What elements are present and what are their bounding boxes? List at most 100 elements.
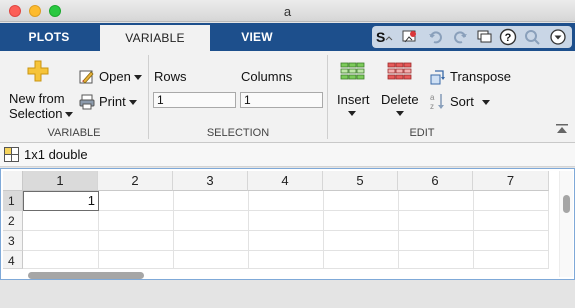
print-label: Print — [99, 94, 126, 109]
table-cell[interactable] — [399, 211, 474, 231]
row-header[interactable]: 3 — [3, 231, 23, 251]
column-header[interactable]: 6 — [398, 171, 473, 191]
vertical-scrollbar-track[interactable] — [559, 171, 573, 277]
columns-input[interactable]: 1 — [240, 92, 323, 108]
open-label: Open — [99, 69, 131, 84]
table-cell[interactable] — [474, 231, 549, 251]
table-cell[interactable] — [23, 211, 99, 231]
matrix-icon — [4, 147, 19, 162]
table-cell[interactable] — [324, 191, 399, 211]
new-from-selection-button[interactable]: Selection — [9, 106, 74, 121]
row-header[interactable]: 4 — [3, 251, 23, 269]
collapse-toolstrip-icon[interactable] — [556, 124, 568, 134]
delete-label[interactable]: Delete — [381, 92, 419, 107]
rows-input[interactable]: 1 — [153, 92, 236, 108]
table-cell[interactable] — [474, 211, 549, 231]
table-cell[interactable] — [23, 231, 99, 251]
print-button[interactable]: Print — [99, 94, 137, 109]
table-cell[interactable] — [174, 251, 249, 269]
svg-text:?: ? — [505, 32, 512, 44]
variable-title: 1x1 double — [24, 147, 88, 162]
insert-icon[interactable] — [340, 61, 366, 81]
tab-plots[interactable]: PLOTS — [14, 23, 84, 51]
column-header[interactable]: 5 — [323, 171, 398, 191]
table-cell[interactable] — [249, 231, 324, 251]
table-cell[interactable]: 1 — [23, 191, 99, 211]
edit-group-label: EDIT — [409, 127, 435, 139]
switch-windows-icon[interactable] — [474, 27, 494, 47]
new-from-selection-icon[interactable] — [26, 59, 50, 83]
ribbon: New from Selection Open Print VARIABLE R… — [0, 51, 575, 143]
table-cell[interactable] — [174, 211, 249, 231]
sort-label: Sort — [450, 94, 474, 109]
chevron-down-icon — [481, 100, 490, 106]
column-header[interactable]: 4 — [248, 171, 323, 191]
svg-text:S: S — [376, 29, 385, 45]
undo-icon[interactable] — [426, 27, 446, 47]
window-titlebar: a — [0, 0, 575, 22]
table-cell[interactable] — [324, 211, 399, 231]
table-cell[interactable] — [324, 251, 399, 269]
new-from-selection-label-line1[interactable]: New from — [9, 91, 65, 106]
table-cell[interactable] — [399, 231, 474, 251]
table-cell[interactable] — [174, 191, 249, 211]
shortcuts-icon[interactable]: S — [374, 27, 394, 47]
svg-text:z: z — [430, 102, 434, 111]
selection-group-label: SELECTION — [206, 127, 270, 139]
window-footer — [0, 281, 575, 308]
sort-button[interactable]: Sort — [450, 94, 490, 109]
chevron-down-icon — [128, 100, 137, 106]
table-cell[interactable] — [324, 231, 399, 251]
row-header[interactable]: 2 — [3, 211, 23, 231]
rows-label: Rows — [154, 69, 187, 84]
toolstrip-tabs: PLOTS VARIABLE VIEW S ? — [0, 23, 575, 51]
tab-variable[interactable]: VARIABLE — [100, 25, 210, 51]
search-documentation-icon[interactable] — [522, 27, 542, 47]
table-cell[interactable] — [249, 211, 324, 231]
table-cell[interactable] — [23, 251, 99, 269]
row-header[interactable]: 1 — [3, 191, 23, 211]
table-cell[interactable] — [249, 191, 324, 211]
insert-label[interactable]: Insert — [337, 92, 370, 107]
tab-view[interactable]: VIEW — [222, 23, 292, 51]
vertical-scrollbar[interactable] — [563, 195, 570, 213]
table-cell[interactable] — [99, 211, 174, 231]
columns-label: Columns — [241, 69, 293, 84]
open-icon[interactable] — [78, 68, 96, 86]
column-header[interactable]: 2 — [98, 171, 173, 191]
help-icon[interactable]: ? — [498, 27, 518, 47]
chevron-down-icon — [133, 75, 142, 81]
table-cell[interactable] — [249, 251, 324, 269]
table-cell[interactable] — [474, 251, 549, 269]
table-cell[interactable] — [399, 251, 474, 269]
help-browser-icon[interactable] — [400, 27, 420, 47]
table-cell[interactable] — [474, 191, 549, 211]
toolstrip-options-icon[interactable] — [548, 27, 568, 47]
horizontal-scrollbar[interactable] — [28, 272, 144, 279]
table-cell[interactable] — [99, 191, 174, 211]
grid-corner[interactable] — [3, 171, 23, 191]
open-button[interactable]: Open — [99, 69, 142, 84]
print-icon[interactable] — [78, 93, 96, 111]
transpose-icon[interactable] — [429, 68, 447, 86]
transpose-button[interactable]: Transpose — [450, 69, 511, 84]
window-title: a — [283, 4, 292, 19]
column-header[interactable]: 7 — [473, 171, 549, 191]
column-header[interactable]: 1 — [23, 171, 98, 191]
table-cell[interactable] — [99, 231, 174, 251]
delete-icon[interactable] — [387, 61, 413, 81]
table-cell[interactable] — [399, 191, 474, 211]
sort-icon[interactable]: az — [429, 92, 447, 112]
variable-header: 1x1 double — [0, 143, 575, 167]
variable-grid[interactable]: 1 2 3 4 5 6 7 1 2 3 4 1 — [0, 168, 575, 280]
svg-text:a: a — [430, 93, 435, 102]
column-header[interactable]: 3 — [173, 171, 248, 191]
new-from-selection-label-line2: Selection — [9, 106, 63, 121]
table-cell[interactable] — [174, 231, 249, 251]
table-cell[interactable] — [99, 251, 174, 269]
variable-group-label: VARIABLE — [47, 127, 101, 139]
chevron-down-icon — [65, 112, 74, 118]
redo-icon[interactable] — [450, 27, 470, 47]
delete-chevron-down-icon[interactable] — [395, 109, 405, 117]
insert-chevron-down-icon[interactable] — [347, 109, 357, 117]
